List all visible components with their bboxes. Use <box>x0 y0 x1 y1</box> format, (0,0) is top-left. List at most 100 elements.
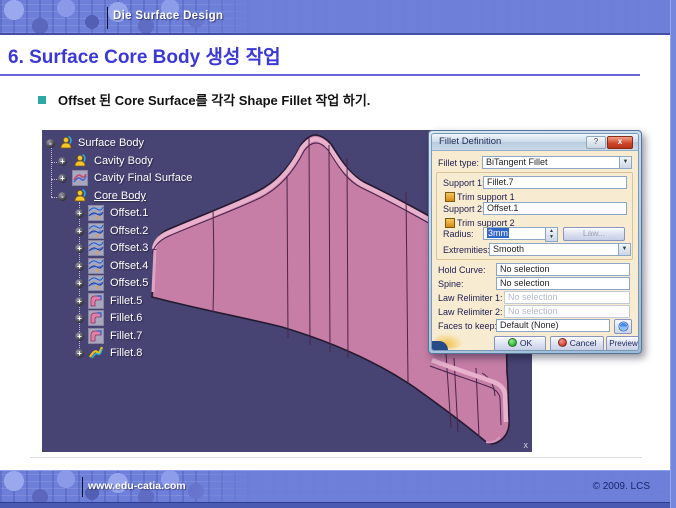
footer-divider <box>82 477 83 497</box>
offset-icon <box>88 258 104 274</box>
right-border <box>670 0 676 508</box>
body-icon <box>72 153 88 169</box>
support2-label: Support 2: <box>443 204 485 214</box>
title-underline <box>0 74 640 76</box>
radius-spinner[interactable]: ▲▼ <box>545 227 558 242</box>
extremities-row: Extremities: Smooth ▼ <box>437 243 632 256</box>
cancel-button[interactable]: Cancel <box>550 336 604 351</box>
tree-item-label[interactable]: Fillet.8 <box>110 347 142 359</box>
header-title: Die Surface Design <box>113 10 223 22</box>
support2-row: Support 2: Offset.1 <box>437 202 632 215</box>
extremities-label: Extremities: <box>443 245 490 255</box>
expander-icon[interactable]: + <box>75 279 84 288</box>
viewport-corner-glyph: x <box>524 440 529 450</box>
tree-item-label[interactable]: Fillet.5 <box>110 295 142 307</box>
radius-field[interactable]: 3mm <box>483 227 547 240</box>
fillet-type-row: Fillet type: BiTangent Fillet ▼ <box>432 156 638 169</box>
hold-curve-label: Hold Curve: <box>438 265 486 275</box>
expander-icon[interactable]: + <box>75 332 84 341</box>
tree-item-label[interactable]: Offset.5 <box>110 277 148 289</box>
radius-row: Radius: 3mm ▲▼ Law... <box>437 227 632 240</box>
law-button[interactable]: Law... <box>563 227 625 241</box>
expander-icon[interactable]: + <box>75 227 84 236</box>
expander-icon[interactable]: + <box>75 262 84 271</box>
fillet-definition-dialog[interactable]: Fillet Definition ? x Fillet type: BiTan… <box>428 130 642 354</box>
law-relimiter1-row: Law Relimiter 1: No selection <box>432 291 638 304</box>
dialog-body: Fillet type: BiTangent Fillet ▼ Support … <box>432 151 638 350</box>
offset-icon <box>88 240 104 256</box>
preview-button[interactable]: Preview <box>606 336 639 351</box>
footer-band: www.edu-catia.com © 2009. LCS <box>0 470 676 503</box>
extremities-value: Smooth <box>493 244 524 254</box>
fillet-icon <box>88 293 104 309</box>
dialog-inner: Fillet Definition ? x Fillet type: BiTan… <box>431 133 639 351</box>
support1-row: Support 1: Fillet.7 <box>437 176 632 189</box>
offset-icon <box>88 275 104 291</box>
expander-icon[interactable]: + <box>75 244 84 253</box>
law-relimiter1-field: No selection <box>504 291 630 304</box>
header-divider <box>107 7 108 29</box>
expander-icon[interactable]: - <box>46 139 55 148</box>
offset-icon <box>88 223 104 239</box>
law-relimiter2-field: No selection <box>504 305 630 318</box>
surface-icon <box>72 170 88 186</box>
faces-to-keep-row: Faces to keep: Default (None) <box>432 319 638 332</box>
face-selection-icon[interactable] <box>614 319 632 334</box>
spine-field[interactable]: No selection <box>496 277 630 290</box>
footer-site-link[interactable]: www.edu-catia.com <box>88 480 186 492</box>
tree-connector <box>51 146 52 197</box>
support1-label: Support 1: <box>443 178 485 188</box>
tree-item-label[interactable]: Fillet.6 <box>110 312 142 324</box>
extremities-select[interactable]: Smooth ▼ <box>489 243 631 256</box>
bullet-text: Offset 된 Core Surface를 각각 Shape Fillet 작… <box>58 90 370 109</box>
fillet-type-value: BiTangent Fillet <box>486 157 548 167</box>
specification-tree: - Surface Body + Cavity Body + Cavity Fi… <box>42 130 272 452</box>
bottom-border <box>0 502 676 508</box>
support2-field[interactable]: Offset.1 <box>483 202 627 215</box>
dialog-titlebar[interactable]: Fillet Definition ? x <box>432 134 638 151</box>
help-button[interactable]: ? <box>586 136 606 149</box>
close-icon[interactable]: x <box>607 136 633 149</box>
expander-icon[interactable]: - <box>58 192 67 201</box>
chevron-down-icon[interactable]: ▼ <box>618 244 630 255</box>
body-icon <box>58 135 74 151</box>
hold-curve-field[interactable]: No selection <box>496 263 630 276</box>
law-relimiter2-label: Law Relimiter 2: <box>438 307 503 317</box>
header-band: Die Surface Design <box>0 0 676 35</box>
tree-item-label[interactable]: Fillet.7 <box>110 330 142 342</box>
ok-button[interactable]: OK <box>494 336 546 351</box>
page-title: 6. Surface Core Body 생성 작업 <box>8 42 281 69</box>
law-relimiter1-label: Law Relimiter 1: <box>438 293 503 303</box>
chevron-down-icon[interactable]: ▼ <box>619 157 631 168</box>
cancel-label: Cancel <box>570 338 596 348</box>
expander-icon[interactable]: + <box>75 209 84 218</box>
ok-label: OK <box>520 338 532 348</box>
tree-item-label[interactable]: Cavity Body <box>94 155 153 167</box>
expander-icon[interactable]: + <box>75 297 84 306</box>
tree-item-label[interactable]: Offset.2 <box>110 225 148 237</box>
tree-item-label[interactable]: Cavity Final Surface <box>94 172 192 184</box>
preview-label: Preview <box>609 339 637 348</box>
dialog-title: Fillet Definition <box>439 136 501 147</box>
expander-icon[interactable]: + <box>75 349 84 358</box>
fillet-icon <box>88 310 104 326</box>
support1-field[interactable]: Fillet.7 <box>483 176 627 189</box>
tree-item-label[interactable]: Offset.1 <box>110 207 148 219</box>
fillet-type-select[interactable]: BiTangent Fillet ▼ <box>482 156 632 169</box>
ok-icon <box>508 338 517 347</box>
tree-item-label[interactable]: Offset.3 <box>110 242 148 254</box>
expander-icon[interactable]: + <box>58 157 67 166</box>
fillet-type-label: Fillet type: <box>438 158 479 168</box>
spine-row: Spine: No selection <box>432 277 638 290</box>
radius-value: 3mm <box>487 228 509 238</box>
tree-item-label[interactable]: Surface Body <box>78 137 144 149</box>
tree-item-label[interactable]: Offset.4 <box>110 260 148 272</box>
faces-to-keep-field[interactable]: Default (None) <box>496 319 610 332</box>
supports-group: Support 1: Fillet.7 Trim support 1 Suppo… <box>436 172 633 260</box>
expander-icon[interactable]: + <box>58 174 67 183</box>
content-divider <box>30 457 642 458</box>
trim-support1-checkbox[interactable] <box>445 192 455 202</box>
offset-icon <box>88 205 104 221</box>
expander-icon[interactable]: + <box>75 314 84 323</box>
tree-item-label[interactable]: Core Body <box>94 190 146 202</box>
